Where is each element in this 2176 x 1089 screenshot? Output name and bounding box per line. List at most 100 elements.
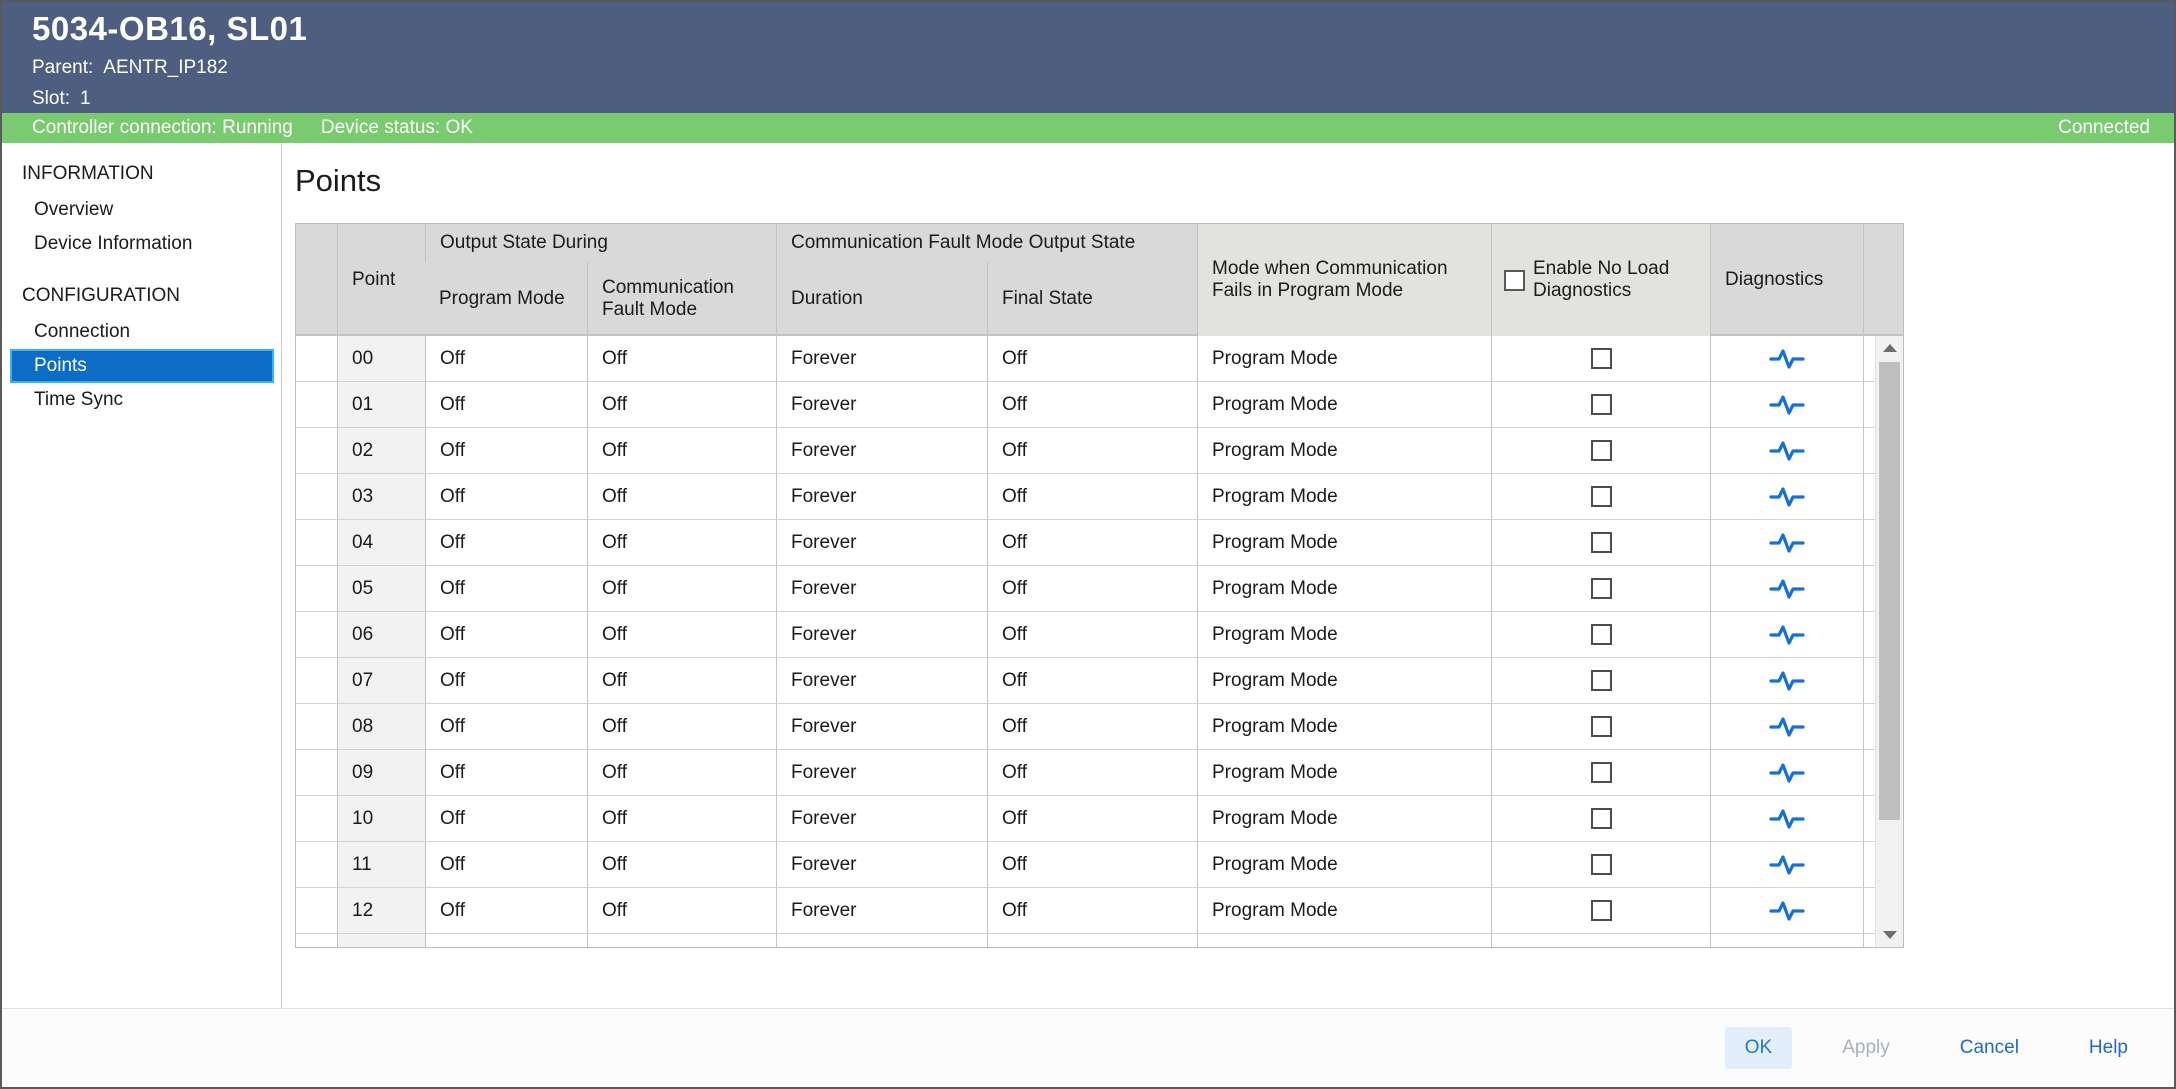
sidebar-item-connection[interactable]: Connection [2,315,281,349]
final-state-cell[interactable]: Off [987,842,1197,887]
diagnostics-pulse-icon[interactable] [1769,622,1805,648]
final-state-cell[interactable]: Off [987,474,1197,519]
mode-when-comm-fails-cell[interactable]: Program Mode [1197,658,1491,703]
no-load-checkbox[interactable] [1591,532,1612,553]
duration-cell[interactable]: Forever [776,704,987,749]
diagnostics-pulse-icon[interactable] [1769,346,1805,372]
scroll-down-button[interactable] [1876,923,1903,947]
sidebar-item-overview[interactable]: Overview [2,193,281,227]
mode-when-comm-fails-cell[interactable]: Program Mode [1197,520,1491,565]
communication-fault-mode-cell[interactable]: Off [587,612,776,657]
diagnostics-pulse-icon[interactable] [1769,530,1805,556]
final-state-cell[interactable]: Off [987,566,1197,611]
sidebar-item-time-sync[interactable]: Time Sync [2,383,281,417]
final-state-cell[interactable]: Off [987,336,1197,381]
program-mode-cell[interactable]: Off [425,474,587,519]
mode-when-comm-fails-cell[interactable]: Program Mode [1197,796,1491,841]
communication-fault-mode-cell[interactable]: Off [587,428,776,473]
mode-when-comm-fails-cell[interactable] [1197,934,1491,948]
diagnostics-pulse-icon[interactable] [1769,898,1805,924]
row-selector-cell[interactable] [296,520,337,565]
no-load-checkbox[interactable] [1591,578,1612,599]
final-state-cell[interactable]: Off [987,428,1197,473]
no-load-checkbox[interactable] [1591,762,1612,783]
diagnostics-pulse-icon[interactable] [1769,668,1805,694]
no-load-checkbox[interactable] [1591,808,1612,829]
row-selector-cell[interactable] [296,382,337,427]
diagnostics-pulse-icon[interactable] [1769,438,1805,464]
program-mode-cell[interactable]: Off [425,658,587,703]
no-load-checkbox[interactable] [1591,716,1612,737]
duration-cell[interactable]: Forever [776,336,987,381]
diagnostics-pulse-icon[interactable] [1769,806,1805,832]
diagnostics-pulse-icon[interactable] [1769,484,1805,510]
row-selector-cell[interactable] [296,474,337,519]
table-vertical-scrollbar[interactable] [1875,336,1903,947]
diagnostics-pulse-icon[interactable] [1769,392,1805,418]
communication-fault-mode-cell[interactable]: Off [587,658,776,703]
final-state-cell[interactable]: Off [987,750,1197,795]
duration-cell[interactable]: Forever [776,842,987,887]
final-state-cell[interactable]: Off [987,658,1197,703]
duration-cell[interactable]: Forever [776,612,987,657]
final-state-cell[interactable]: Off [987,520,1197,565]
communication-fault-mode-cell[interactable]: Off [587,336,776,381]
mode-when-comm-fails-cell[interactable]: Program Mode [1197,842,1491,887]
final-state-cell[interactable]: Off [987,888,1197,933]
no-load-checkbox[interactable] [1591,348,1612,369]
final-state-cell[interactable]: Off [987,612,1197,657]
duration-cell[interactable]: Forever [776,796,987,841]
mode-when-comm-fails-cell[interactable]: Program Mode [1197,336,1491,381]
duration-cell[interactable]: Forever [776,658,987,703]
help-button[interactable]: Help [2069,1027,2148,1069]
mode-when-comm-fails-cell[interactable]: Program Mode [1197,428,1491,473]
program-mode-cell[interactable]: Off [425,612,587,657]
final-state-cell[interactable]: Off [987,796,1197,841]
duration-cell[interactable] [776,934,987,948]
duration-cell[interactable]: Forever [776,382,987,427]
row-selector-cell[interactable] [296,336,337,381]
diagnostics-pulse-icon[interactable] [1769,576,1805,602]
diagnostics-pulse-icon[interactable] [1769,714,1805,740]
diagnostics-pulse-icon[interactable] [1769,852,1805,878]
communication-fault-mode-cell[interactable]: Off [587,566,776,611]
program-mode-cell[interactable]: Off [425,520,587,565]
duration-cell[interactable]: Forever [776,520,987,565]
no-load-checkbox[interactable] [1591,624,1612,645]
communication-fault-mode-cell[interactable]: Off [587,888,776,933]
program-mode-cell[interactable]: Off [425,336,587,381]
communication-fault-mode-cell[interactable]: Off [587,474,776,519]
duration-cell[interactable]: Forever [776,566,987,611]
program-mode-cell[interactable] [425,934,587,948]
no-load-checkbox[interactable] [1591,486,1612,507]
row-selector-cell[interactable] [296,566,337,611]
sidebar-item-device-information[interactable]: Device Information [2,227,281,261]
row-selector-cell[interactable] [296,658,337,703]
mode-when-comm-fails-cell[interactable]: Program Mode [1197,888,1491,933]
duration-cell[interactable]: Forever [776,474,987,519]
communication-fault-mode-cell[interactable]: Off [587,704,776,749]
communication-fault-mode-cell[interactable]: Off [587,520,776,565]
row-selector-cell[interactable] [296,612,337,657]
ok-button[interactable]: OK [1725,1027,1792,1069]
program-mode-cell[interactable]: Off [425,796,587,841]
program-mode-cell[interactable]: Off [425,750,587,795]
program-mode-cell[interactable]: Off [425,566,587,611]
final-state-cell[interactable]: Off [987,382,1197,427]
sidebar-item-points[interactable]: Points [10,349,274,383]
communication-fault-mode-cell[interactable]: Off [587,796,776,841]
communication-fault-mode-cell[interactable]: Off [587,842,776,887]
final-state-cell[interactable]: Off [987,704,1197,749]
communication-fault-mode-cell[interactable]: Off [587,750,776,795]
mode-when-comm-fails-cell[interactable]: Program Mode [1197,612,1491,657]
scroll-up-button[interactable] [1876,336,1903,360]
duration-cell[interactable]: Forever [776,750,987,795]
communication-fault-mode-cell[interactable]: Off [587,382,776,427]
mode-when-comm-fails-cell[interactable]: Program Mode [1197,704,1491,749]
program-mode-cell[interactable]: Off [425,888,587,933]
no-load-checkbox[interactable] [1591,440,1612,461]
mode-when-comm-fails-cell[interactable]: Program Mode [1197,382,1491,427]
program-mode-cell[interactable]: Off [425,382,587,427]
apply-button[interactable]: Apply [1822,1027,1910,1069]
final-state-cell[interactable] [987,934,1197,948]
